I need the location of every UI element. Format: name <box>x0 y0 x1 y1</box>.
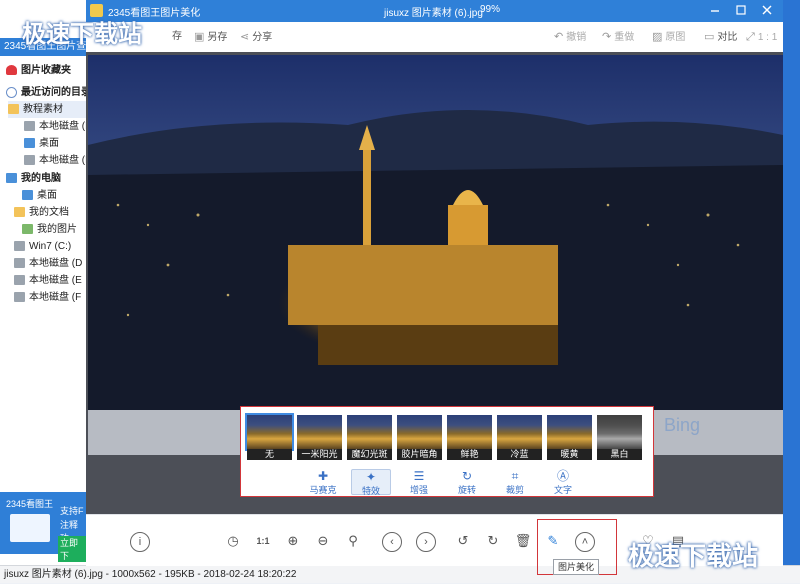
main-toolbar: 存 ▣ 另存 ⋖ 分享 ↶ 撤销 ↷ 重做 ▨ 原图 ▭ 对比 ⤢ 1 : 1 <box>86 22 783 53</box>
compare-icon: ▭ <box>704 31 715 43</box>
tool-text[interactable]: Ⓐ 文字 <box>543 469 583 495</box>
redo-button[interactable]: ↷ 重做 <box>602 22 634 52</box>
pictures-icon <box>22 224 33 235</box>
right-edge-panel <box>783 0 800 565</box>
save-as-button[interactable]: ▣ 另存 <box>194 22 227 52</box>
tool-enhance[interactable]: ☰ 增强 <box>399 469 439 495</box>
effect-bokeh[interactable]: 魔幻光斑 <box>347 415 392 460</box>
sidebar-favorites[interactable]: 图片收藏夹 <box>6 62 92 79</box>
share-button[interactable]: ⋖ 分享 <box>240 22 272 52</box>
promo-line1: 支持F <box>60 506 84 516</box>
text-icon: Ⓐ <box>556 469 569 483</box>
desktop-icon <box>22 190 33 201</box>
save-as-icon: ▣ <box>194 31 205 43</box>
effect-vignette[interactable]: 胶片暗角 <box>397 415 442 460</box>
effect-cool-blue[interactable]: 冷蓝 <box>497 415 542 460</box>
original-button[interactable]: ▨ 原图 <box>652 22 685 52</box>
mosaic-icon: ✚ <box>317 469 329 483</box>
rotate-left-icon[interactable]: ↺ <box>454 532 472 550</box>
maximize-icon[interactable] <box>734 3 748 17</box>
desktop-icon <box>24 138 35 149</box>
crop-icon: ⌗ <box>511 469 519 483</box>
rotate-right-icon[interactable]: ↻ <box>484 532 502 550</box>
zoom-out-icon[interactable]: ⊖ <box>314 532 332 550</box>
computer-icon <box>6 173 17 184</box>
redo-icon: ↷ <box>602 31 612 43</box>
tool-crop[interactable]: ⌗ 裁剪 <box>495 469 535 495</box>
effect-thumbnail <box>547 415 592 449</box>
undo-button[interactable]: ↶ 撤销 <box>554 22 586 52</box>
effect-thumbnail <box>347 415 392 449</box>
drive-icon <box>14 241 25 252</box>
image-icon: ▨ <box>652 31 663 43</box>
drive-icon <box>14 258 25 269</box>
promo-banner[interactable]: 2345看图王 支持F 注释功 立即下 <box>0 492 86 562</box>
close-icon[interactable] <box>760 3 774 17</box>
info-icon[interactable]: i <box>130 532 150 552</box>
sidebar-mypc[interactable]: 我的电脑 <box>6 170 92 187</box>
minimize-icon[interactable] <box>708 3 722 17</box>
drive-icon <box>24 121 35 132</box>
effect-warm-yellow[interactable]: 暖黄 <box>547 415 592 460</box>
ratio-button[interactable]: ⤢ 1 : 1 <box>746 22 777 52</box>
compare-button[interactable]: ▭ 对比 <box>704 22 737 52</box>
effect-sunshine[interactable]: 一米阳光 <box>297 415 342 460</box>
zoom-level: 99% <box>480 4 501 15</box>
effect-thumbnail <box>497 415 542 449</box>
promo-button[interactable]: 立即下 <box>58 536 86 562</box>
watermark-top: 极速下载站 <box>22 21 142 48</box>
effect-thumbnail <box>397 415 442 449</box>
effect-thumbnail <box>297 415 342 449</box>
tool-rotate[interactable]: ↻ 旋转 <box>447 469 487 495</box>
sidebar-item-tutorial[interactable]: 教程素材 <box>8 101 94 118</box>
drive-icon <box>24 155 35 166</box>
share-icon: ⋖ <box>240 31 250 43</box>
collapse-icon <box>6 86 17 98</box>
sliders-icon: ☰ <box>413 469 425 483</box>
tool-effects[interactable]: ✦ 特效 <box>351 469 391 496</box>
effect-thumbnail <box>447 415 492 449</box>
effects-panel: 无 一米阳光 魔幻光斑 胶片暗角 鲜艳 冷蓝 暖黄 黑白 ✚ 马赛克 ✦ 特效 ☰ 增… <box>240 406 654 497</box>
rotate-icon: ↻ <box>461 469 473 483</box>
heart-icon <box>6 65 17 76</box>
promo-brand: 2345看图王 <box>6 499 54 509</box>
sidebar-recent[interactable]: 最近访问的目录 <box>6 84 92 101</box>
effect-thumbnail <box>597 415 642 449</box>
photo-caption: Bing <box>664 415 701 435</box>
tool-mosaic[interactable]: ✚ 马赛克 <box>303 469 343 495</box>
pin-icon[interactable]: ⚲ <box>344 532 362 550</box>
effect-thumbnail <box>245 413 294 451</box>
file-title: jisuxz 图片素材 (6).jpg <box>384 8 483 19</box>
chat-bubble-icon <box>10 514 50 542</box>
effect-vivid[interactable]: 鲜艳 <box>447 415 492 460</box>
edited-photo <box>88 55 783 455</box>
previous-icon[interactable]: ‹ <box>382 532 402 552</box>
actual-size-icon[interactable]: 1:1 <box>254 532 272 550</box>
drive-icon <box>14 275 25 286</box>
magic-wand-icon: ✦ <box>365 470 377 484</box>
effect-black-white[interactable]: 黑白 <box>597 415 642 460</box>
folder-sidebar: 图片收藏夹 最近访问的目录 教程素材 本地磁盘 (F: 桌面 本地磁盘 (D 我… <box>0 56 94 496</box>
delete-icon[interactable]: 🗑 <box>514 532 532 550</box>
drive-icon <box>14 292 25 303</box>
next-icon[interactable]: › <box>416 532 436 552</box>
undo-icon: ↶ <box>554 31 564 43</box>
main-window-titlebar[interactable]: 2345看图王图片美化 jisuxz 图片素材 (6).jpg 99% <box>86 0 783 22</box>
folder-icon <box>14 207 25 218</box>
ratio-icon: ⤢ <box>746 31 755 43</box>
save-button[interactable]: 存 <box>172 22 182 52</box>
zoom-in-icon[interactable]: ⊕ <box>284 532 302 550</box>
effect-none[interactable]: 无 <box>245 413 294 460</box>
beautify-tooltip: 图片美化 <box>553 559 599 575</box>
folder-icon <box>8 104 19 115</box>
timer-icon[interactable]: ◷ <box>224 532 242 550</box>
watermark-bottom: 极速下载站 <box>628 541 759 571</box>
